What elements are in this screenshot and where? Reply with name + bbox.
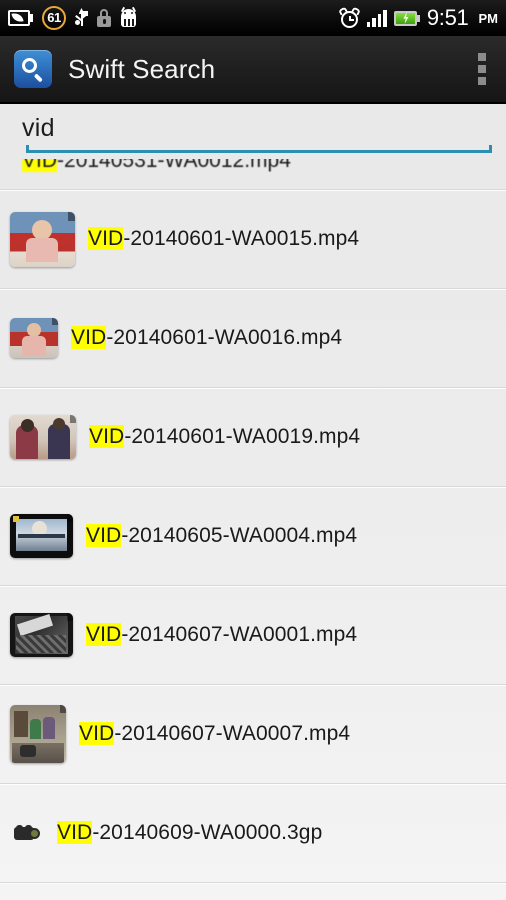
list-item-label: VID-20140607-WA0001.mp4 (86, 623, 358, 646)
list-item-label: VID-20140601-WA0019.mp4 (89, 425, 361, 448)
match-highlight: VID (22, 159, 58, 172)
video-thumbnail (10, 705, 66, 763)
video-thumbnail (10, 613, 73, 657)
android-debug-icon (120, 6, 137, 28)
video-camera-icon (14, 825, 44, 841)
status-bar-left-icons: 61 (8, 6, 137, 30)
table-row[interactable]: VID-20140601-WA0016.mp4 (0, 289, 506, 388)
video-thumbnail (10, 514, 73, 558)
list-item-label: VID-20140601-WA0015.mp4 (88, 227, 360, 250)
table-row[interactable]: VID-20140601-WA0015.mp4 (0, 190, 506, 289)
search-results-list[interactable]: VID-20140531-WA0012.mp4 VID-20140601-WA0… (0, 159, 506, 900)
table-row[interactable]: VID-20140605-WA0004.mp4 (0, 487, 506, 586)
status-bar-right-icons: 9:51 PM (337, 5, 499, 31)
list-item-label: VID-20140531-WA0012.mp4 (22, 159, 291, 173)
search-input[interactable] (22, 114, 462, 143)
list-item-clipped[interactable]: VID-20140531-WA0012.mp4 (0, 159, 506, 190)
list-item-label: VID-20140605-WA0004.mp4 (86, 524, 358, 547)
match-highlight: VID (88, 227, 124, 250)
lock-icon (97, 9, 111, 27)
match-highlight: VID (71, 326, 107, 349)
signal-bars-icon (366, 9, 387, 27)
usb-icon (75, 8, 88, 28)
match-highlight: VID (79, 722, 115, 745)
list-item-label: VID-20140601-WA0016.mp4 (71, 326, 343, 349)
battery-charging-icon (393, 10, 420, 26)
table-row[interactable]: VID-20140607-WA0001.mp4 (0, 586, 506, 685)
video-thumbnail (10, 318, 58, 358)
status-bar: 61 9:51 PM (0, 0, 506, 36)
video-thumbnail (10, 211, 75, 267)
search-input-underline (26, 145, 492, 153)
match-highlight: VID (57, 821, 93, 844)
action-bar: Swift Search (0, 36, 506, 104)
match-highlight: VID (86, 623, 122, 646)
match-highlight: VID (89, 425, 125, 448)
table-row[interactable]: VID-20140601-WA0019.mp4 (0, 388, 506, 487)
android-screen: 61 9:51 PM Swift Search vid VID-20140531… (0, 0, 506, 900)
list-item-label: VID-20140609-WA0000.3gp (57, 821, 323, 844)
table-row[interactable]: VID-20140607-WA0007.mp4 (0, 685, 506, 784)
video-thumbnail (10, 415, 76, 459)
status-bar-ampm: PM (478, 10, 499, 26)
page-title: Swift Search (68, 53, 216, 84)
table-row[interactable]: VID-20140609-WA0000.3gp (0, 784, 506, 883)
search-magnifier-icon[interactable] (14, 50, 52, 88)
list-item-label: VID-20140607-WA0007.mp4 (79, 722, 351, 745)
magnifier-glyph (22, 58, 44, 82)
match-highlight: VID (86, 524, 122, 547)
overflow-menu-icon[interactable] (472, 47, 492, 91)
battery-leaf-icon (8, 10, 33, 26)
battery-percent-badge: 61 (42, 6, 66, 30)
search-bar[interactable] (0, 104, 506, 159)
alarm-clock-icon (337, 5, 361, 29)
status-bar-clock: 9:51 (426, 5, 469, 30)
